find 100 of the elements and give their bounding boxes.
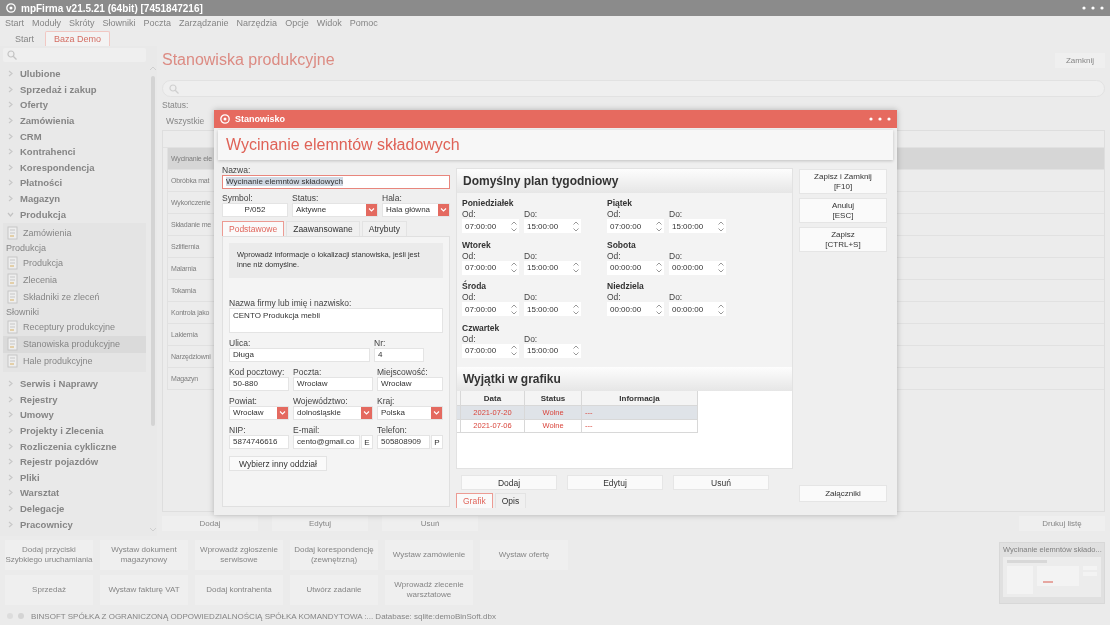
time-field[interactable]: 07:00:00 <box>462 302 519 316</box>
time-field[interactable]: 15:00:00 <box>524 302 581 316</box>
field-button[interactable]: E <box>361 435 373 449</box>
sidebar-item[interactable]: Ulubione <box>3 66 146 82</box>
spinner-icon[interactable] <box>511 220 517 232</box>
menu-item[interactable]: Start <box>5 18 24 28</box>
text-field[interactable]: Wrocław <box>377 377 443 391</box>
more-icon[interactable] <box>1082 6 1104 10</box>
print-button[interactable]: Drukuj listę <box>1019 516 1105 531</box>
quick-action-button[interactable]: Wystaw fakturę VAT <box>100 575 188 605</box>
menu-item[interactable]: Narzędzia <box>236 18 278 28</box>
menu-item[interactable]: Zarządzanie <box>179 18 229 28</box>
sidebar-item[interactable]: Delegacje <box>3 500 146 517</box>
quick-action-button[interactable]: Utwórz zadanie <box>290 575 378 605</box>
sidebar-item[interactable]: Magazyn <box>3 190 146 207</box>
sidebar-item[interactable]: Rejestry <box>3 391 146 408</box>
dropdown[interactable]: Polska <box>377 406 443 420</box>
action-button[interactable]: Edytuj <box>567 475 663 490</box>
spinner-icon[interactable] <box>511 345 517 356</box>
name-field[interactable]: Wycinanie elemntów składowych <box>222 175 450 189</box>
branch-button[interactable]: Wybierz inny oddział <box>229 456 327 471</box>
time-field[interactable]: 15:00:00 <box>669 219 726 233</box>
time-field[interactable]: 15:00:00 <box>524 343 581 358</box>
sidebar-item[interactable]: Pracownicy <box>3 516 146 532</box>
dialog-button[interactable]: Zapisz i Zamknij [F10] <box>799 169 887 194</box>
text-field[interactable]: 50-880 <box>229 377 289 391</box>
spinner-icon[interactable] <box>656 262 662 273</box>
time-field[interactable]: 15:00:00 <box>524 219 581 233</box>
text-field[interactable]: P/052 <box>222 203 288 217</box>
menu-item[interactable]: Widok <box>316 18 342 28</box>
dialog-button[interactable]: Zapisz [CTRL+S] <box>799 227 887 252</box>
time-field[interactable]: 07:00:00 <box>462 260 519 275</box>
attachments-button[interactable]: Załączniki <box>799 485 887 502</box>
time-field[interactable]: 00:00:00 <box>669 260 726 275</box>
action-button[interactable]: Usuń <box>673 475 769 490</box>
text-field[interactable]: Wrocław <box>293 377 373 391</box>
text-field[interactable]: cento@gmail.co <box>293 435 360 449</box>
menu-item[interactable]: Pomoc <box>349 18 378 28</box>
quick-action-button[interactable]: Dodaj kontrahenta <box>195 575 283 605</box>
tab[interactable]: Zaawansowane <box>286 221 360 236</box>
time-field[interactable]: 07:00:00 <box>607 219 664 233</box>
spinner-icon[interactable] <box>511 303 517 315</box>
quick-action-button[interactable]: Dodaj przyciski Szybkiego uruchamiania <box>5 540 93 570</box>
sidebar-item[interactable]: Projekty i Zlecenia <box>3 422 146 439</box>
text-field[interactable]: 4 <box>374 348 424 362</box>
action-button[interactable]: Usuń <box>382 516 478 531</box>
tab[interactable]: Grafik <box>456 493 493 508</box>
text-field[interactable]: Długa <box>229 348 370 362</box>
time-field[interactable]: 07:00:00 <box>462 343 519 358</box>
time-field[interactable]: 15:00:00 <box>524 260 581 275</box>
dropdown[interactable]: dolnośląskie <box>293 406 373 420</box>
sidebar-item[interactable]: Rozliczenia cykliczne <box>3 438 146 454</box>
menu-item[interactable]: Słowniki <box>102 18 136 28</box>
field-button[interactable]: P <box>431 435 443 449</box>
dropdown[interactable]: Aktywne <box>292 203 378 217</box>
spinner-icon[interactable] <box>718 262 724 273</box>
sidebar-item[interactable]: Sprzedaż i zakup <box>3 81 146 98</box>
time-field[interactable]: 00:00:00 <box>669 302 726 316</box>
sidebar-item[interactable]: Pliki <box>3 469 146 486</box>
tab[interactable]: Opis <box>494 493 527 508</box>
sidebar-item[interactable]: Receptury produkcyjne <box>3 318 146 336</box>
text-field[interactable]: 505808909 <box>377 435 430 449</box>
sidebar-item[interactable]: CRM <box>3 128 146 144</box>
spinner-icon[interactable] <box>573 262 579 273</box>
spinner-icon[interactable] <box>656 303 662 315</box>
sidebar-item[interactable]: Serwis i Naprawy <box>3 375 146 392</box>
tab[interactable]: Atrybuty <box>361 221 407 236</box>
dropdown[interactable]: Hala główna <box>382 203 450 217</box>
sidebar-item[interactable]: Umowy <box>3 407 146 423</box>
sidebar-item[interactable]: Zamówienia <box>3 112 146 129</box>
tab[interactable]: Baza Demo <box>45 31 111 46</box>
sidebar-item[interactable]: Płatności <box>3 175 146 191</box>
dialog-button[interactable]: Anuluj [ESC] <box>799 198 887 223</box>
time-field[interactable]: 07:00:00 <box>462 219 519 233</box>
sidebar-item[interactable]: Rejestr pojazdów <box>3 453 146 470</box>
tab[interactable]: Start <box>6 31 43 46</box>
spinner-icon[interactable] <box>718 303 724 315</box>
sidebar-item[interactable]: Zlecenia <box>3 271 146 289</box>
sidebar-item[interactable]: Produkcja <box>3 206 146 222</box>
sidebar-item[interactable]: Zamówienia <box>3 224 146 242</box>
sidebar-item[interactable]: Korespondencja <box>3 159 146 176</box>
menu-item[interactable]: Skróty <box>69 18 95 28</box>
more-icon[interactable] <box>869 117 891 121</box>
spinner-icon[interactable] <box>511 262 517 273</box>
menu-item[interactable]: Opcje <box>285 18 309 28</box>
sidebar-item[interactable]: Składniki ze zleceń <box>3 288 146 306</box>
sidebar-item[interactable]: Warsztat <box>3 485 146 501</box>
quick-action-button[interactable]: Wprowadź zlecenie warsztatowe <box>385 575 473 605</box>
sidebar-item[interactable]: Stanowiska produkcyjne <box>3 335 146 353</box>
close-button[interactable]: Zamknij <box>1055 52 1105 68</box>
quick-action-button[interactable]: Wprowadź zgłoszenie serwisowe <box>195 540 283 570</box>
menu-item[interactable]: Moduły <box>32 18 62 28</box>
sidebar-item[interactable]: Produkcja <box>3 254 146 272</box>
quick-action-button[interactable]: Wystaw dokument magazynowy <box>100 540 188 570</box>
spinner-icon[interactable] <box>573 220 579 232</box>
spinner-icon[interactable] <box>573 345 579 356</box>
menu-item[interactable]: Poczta <box>143 18 172 28</box>
quick-action-button[interactable]: Sprzedaż <box>5 575 93 605</box>
dropdown[interactable]: Wrocław <box>229 406 289 420</box>
tab[interactable]: Podstawowe <box>222 221 285 236</box>
